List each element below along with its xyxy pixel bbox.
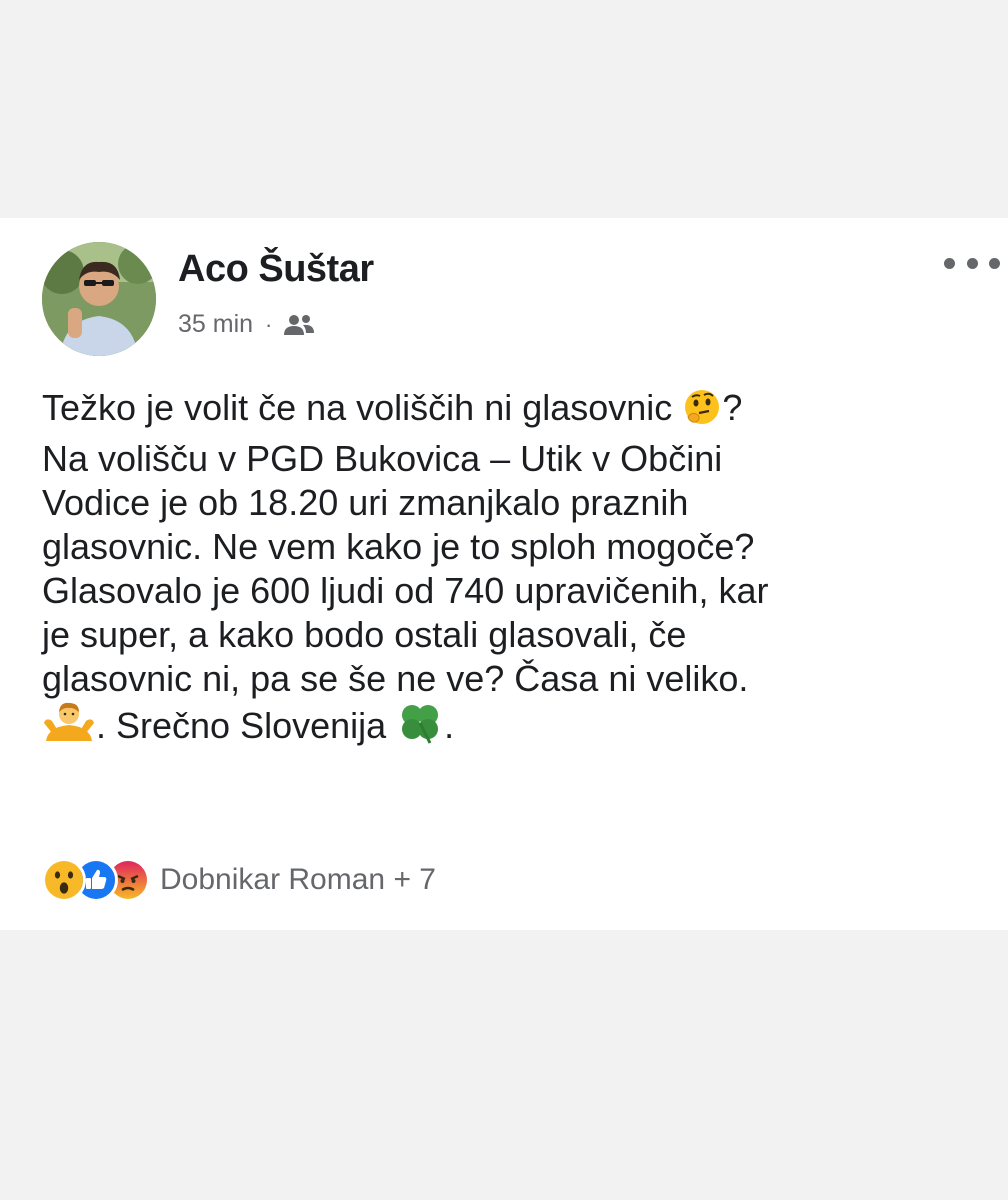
avatar[interactable] [42,242,156,356]
more-dot-icon [989,257,1000,269]
more-options-button[interactable] [944,248,1000,278]
post-card: Aco Šuštar 35 min · Težko je volit če na… [0,218,1008,930]
post-text-segment: Težko je volit če na voliščih ni glasovn… [42,387,683,428]
more-dot-icon [966,257,978,269]
post-text-line: Glasovalo je 600 ljudi od 740 upravičeni… [42,570,769,611]
meta-separator: · [265,311,273,337]
post-text-segment: ? [722,387,743,428]
post-text-line: Težko je volit če na voliščih ni glasovn… [42,386,982,437]
post-meta: 35 min · [178,310,316,339]
post-text-line: glasovnic ni, pa se še ne ve? Časa ni ve… [42,658,749,699]
post-text-segment: . Srečno Slovenija [96,705,397,746]
post-text-line: glasovnic. Ne vem kako je to sploh mogoč… [42,526,755,567]
post-text-segment: . [444,705,455,746]
four-leaf-clover-emoji [396,701,444,755]
friends-icon[interactable] [282,313,316,337]
author-name[interactable]: Aco Šuštar [178,248,374,291]
post-text-line: je super, a kako bodo ostali glasovali, … [42,614,687,655]
thinking-face-emoji [682,387,722,437]
person-shrugging-emoji [42,701,96,755]
post-text-line: Na volišču v PGD Bukovica – Utik v Občin… [42,438,723,479]
wow-icon[interactable] [42,858,86,902]
more-dot-icon [944,257,955,269]
post-text: Težko je volit če na voliščih ni glasovn… [42,386,982,755]
post-text-line: Vodice je ob 18.20 uri zmanjkalo praznih [42,482,689,523]
reactions-summary[interactable]: Dobnikar Roman + 7 [42,858,436,902]
post-text-line: . Srečno Slovenija . [42,701,982,755]
reactions-names-label[interactable]: Dobnikar Roman + 7 [160,863,436,897]
post-timestamp[interactable]: 35 min [178,310,253,339]
